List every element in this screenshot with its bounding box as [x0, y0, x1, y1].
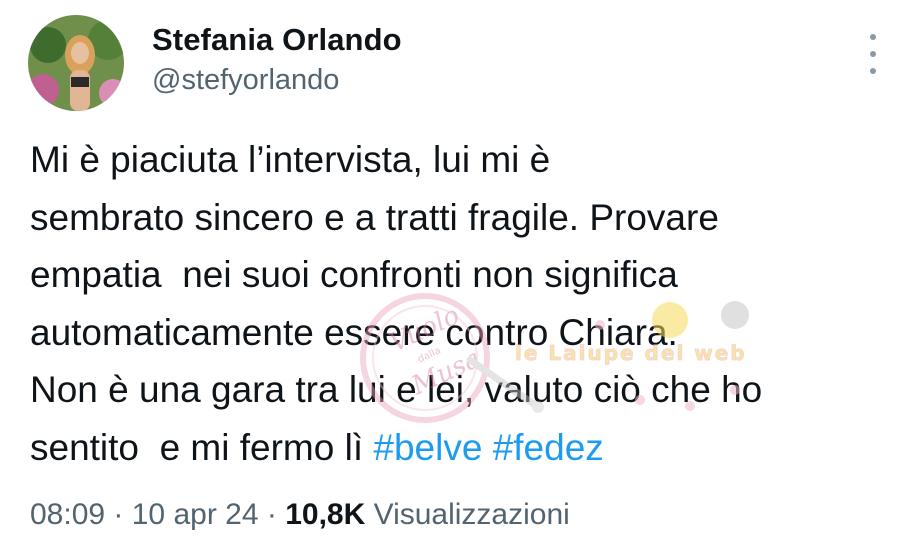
- tweet-time[interactable]: 08:09: [30, 498, 105, 531]
- more-vertical-icon[interactable]: [861, 34, 885, 74]
- meta-separator: ·: [258, 498, 286, 531]
- tweet-line: sembrato sincero e a tratti fragile. Pro…: [30, 196, 719, 238]
- hashtag-link[interactable]: #belve: [373, 427, 482, 468]
- tweet-line: empatia nei suoi confronti non significa: [30, 254, 678, 295]
- tweet-line: Mi è piaciuta l’intervista, lui mi è: [30, 139, 551, 180]
- tweet-line: Non è una gara tra lui e lei, valuto ciò…: [30, 369, 763, 410]
- dot: [870, 68, 876, 74]
- meta-separator: ·: [105, 498, 132, 531]
- views-label: Visualizzazioni: [365, 498, 570, 531]
- tweet-line-last: sentito e mi fermo lì #belve #fedez: [30, 419, 900, 477]
- tweet-card: Stefania Orlando @stefyorlando Mi è piac…: [0, 0, 920, 549]
- tweet-line: automaticamente essere contro Chiara.: [30, 311, 678, 353]
- hashtag-link[interactable]: #fedez: [493, 427, 604, 468]
- views-count[interactable]: 10,8K: [285, 498, 365, 531]
- dot: [870, 34, 876, 40]
- tweet-text: Mi è piaciuta l’intervista, lui mi è sem…: [30, 131, 900, 476]
- dot: [870, 51, 876, 57]
- tweet-line-text: sentito e mi fermo lì: [30, 426, 374, 468]
- avatar[interactable]: [28, 15, 124, 111]
- tweet-date[interactable]: 10 apr 24: [132, 498, 259, 531]
- avatar-photo: [28, 15, 124, 111]
- tweet-meta: 08:09 · 10 apr 24 · 10,8K Visualizzazion…: [30, 498, 570, 532]
- author-handle[interactable]: @stefyorlando: [152, 64, 339, 97]
- author-display-name[interactable]: Stefania Orlando: [152, 22, 402, 58]
